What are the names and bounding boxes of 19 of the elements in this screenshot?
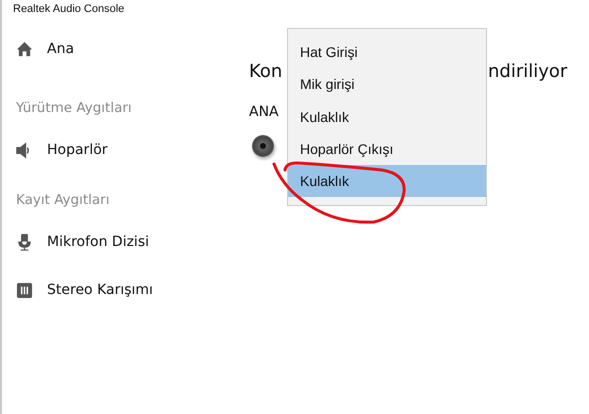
section-label: ANA	[249, 104, 279, 120]
nav-item[interactable]: Hoparlör	[2, 138, 249, 162]
menu-item[interactable]: Kulaklık	[288, 165, 486, 198]
home-icon	[16, 40, 33, 58]
nav-item[interactable]: Mikrofon Dizisi	[2, 230, 249, 254]
menu-item[interactable]: Hoparlör Çıkışı	[288, 132, 486, 166]
section-header: Yürütme Aygıtları	[15, 99, 133, 118]
nav-item[interactable]: Ana	[2, 37, 249, 61]
menu-item[interactable]: Kulaklık	[288, 100, 486, 133]
mixer-icon	[16, 282, 33, 298]
section-header: Kayıt Aygıtları	[15, 191, 110, 210]
nav-item[interactable]: Stereo Karışımı	[2, 278, 249, 302]
menu-item[interactable]: Hat Girişi	[288, 36, 486, 68]
window-title: Realtek Audio Console	[12, 2, 126, 17]
page-heading: ndiriliyor	[488, 61, 568, 82]
menu-item[interactable]: Mik girişi	[288, 68, 486, 101]
audio-jack-icon[interactable]	[252, 135, 274, 157]
microphone-icon	[16, 234, 33, 250]
page-heading: Kon	[249, 61, 284, 82]
